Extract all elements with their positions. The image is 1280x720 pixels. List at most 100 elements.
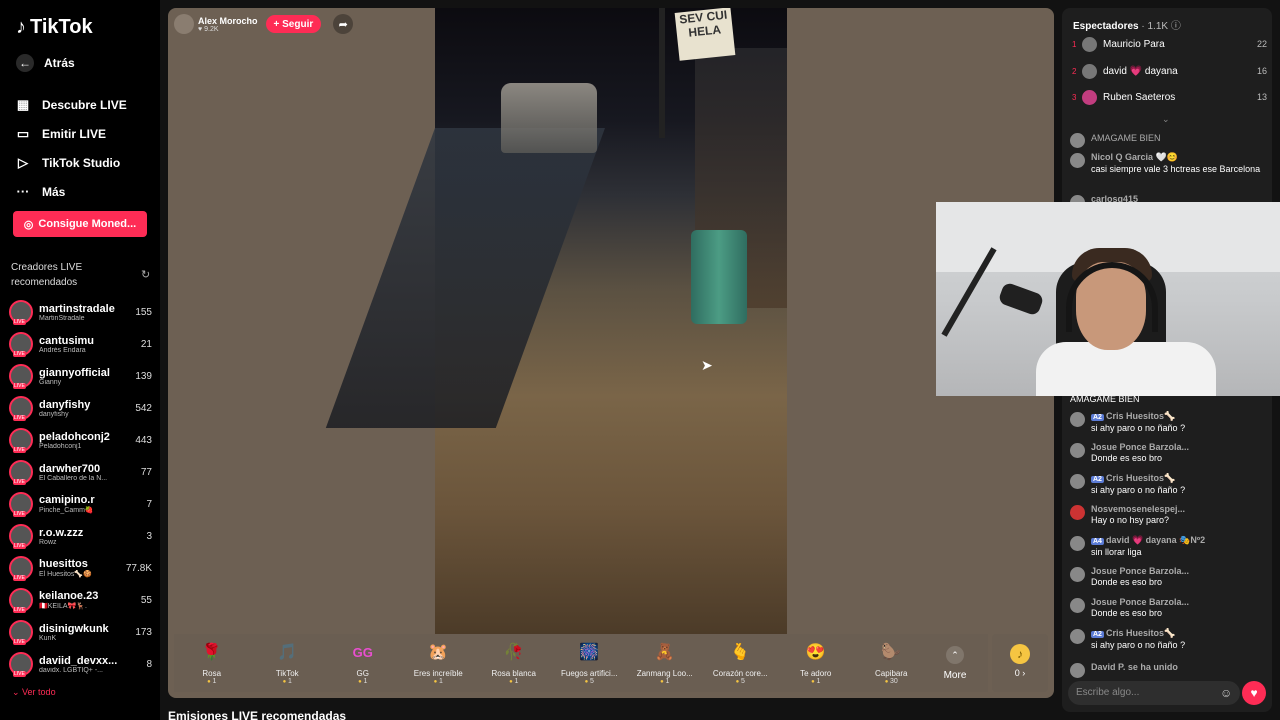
- video-frame[interactable]: SEV CUI HELA: [325, 8, 787, 634]
- coin-icon: ◎: [23, 218, 34, 231]
- chat-message: A4 david 💗 dayana 🎭Nº2 sin llorar liga: [1070, 535, 1266, 558]
- white-rose-icon: 🥀: [503, 644, 524, 661]
- creator-item[interactable]: disinigwkunkKunK 173: [9, 616, 152, 648]
- sidebar-item-discover-live[interactable]: ▦ Descubre LIVE: [16, 90, 127, 119]
- creator-item[interactable]: danyfishydanyfishy 542: [9, 392, 152, 424]
- live-stream-player[interactable]: SEV CUI HELA ➤ Alex Morocho ♥ 9.2K + Seg…: [168, 8, 1054, 698]
- share-icon[interactable]: ➦: [333, 14, 354, 34]
- viewer-score: 22: [1256, 39, 1267, 49]
- creator-item[interactable]: daviid_devxx...davidx. LGBTIQ+ -... 8: [9, 648, 152, 680]
- camera-icon: ▭: [16, 125, 30, 141]
- creator-item[interactable]: keilanoe.23🇵🇪KEILA🎀🦌. 55: [9, 584, 152, 616]
- creator-name: cantusimu: [39, 334, 95, 347]
- creator-item[interactable]: cantusimuAndrés Endara 21: [9, 328, 152, 360]
- message-user[interactable]: Cris Huesitos🦴: [1106, 628, 1175, 638]
- follow-button[interactable]: + Seguir: [265, 15, 322, 33]
- chat-message: AMAGAME BIEN: [1070, 132, 1266, 148]
- microphone-icon: [997, 281, 1045, 317]
- chat-message: A2 Cris Huesitos🦴 si ahy paro o no ñaño ?: [1070, 473, 1266, 496]
- host-name[interactable]: Alex Morocho: [198, 16, 258, 26]
- message-text: casi siempre vale 3 hctreas ese Barcelon…: [1091, 164, 1261, 174]
- creator-name: danyfishy: [39, 398, 91, 411]
- fireworks-icon: 🎆: [579, 644, 600, 661]
- finger-heart-icon: 🫰: [730, 644, 751, 661]
- creator-item[interactable]: giannyofficialGianny 139: [9, 360, 152, 392]
- creator-item[interactable]: peladohconj2Peladohconj1 443: [9, 424, 152, 456]
- back-button[interactable]: ← Atrás: [16, 54, 75, 72]
- gift-price: 1: [476, 678, 552, 685]
- refresh-icon[interactable]: ↻: [141, 268, 150, 281]
- gift-item-eres-increible[interactable]: 🐹 Eres increíble1: [401, 641, 477, 685]
- creator-item[interactable]: darwher700El Caballero de la N... 77: [9, 456, 152, 488]
- gift-item-corazon-coreano[interactable]: 🫰 Corazón core...5: [703, 641, 779, 685]
- viewers-count: · 1.1K: [1141, 21, 1169, 32]
- sidebar-item-studio[interactable]: ▷ TikTok Studio: [16, 148, 127, 177]
- message-user[interactable]: Josue Ponce Barzola...: [1091, 442, 1189, 452]
- tiktok-logo[interactable]: ♪ TikTok: [16, 16, 93, 39]
- avatar: [9, 492, 33, 517]
- creator-subtitle: El Huesitos🦴🍪: [39, 571, 92, 578]
- streamer-shirt: [1036, 342, 1216, 396]
- chat-message: David P. se ha unido: [1070, 662, 1266, 678]
- gift-item-rosa-blanca[interactable]: 🥀 Rosa blanca1: [476, 641, 552, 685]
- message-text: Donde es eso bro: [1091, 608, 1163, 618]
- sidebar-item-more[interactable]: ··· Más: [16, 177, 127, 206]
- message-user[interactable]: david 💗 dayana 🎭Nº2: [1106, 535, 1205, 545]
- top-viewer-row[interactable]: 1 Mauricio Para 22: [1072, 34, 1267, 54]
- host-avatar[interactable]: [174, 14, 194, 34]
- creator-item[interactable]: martinstradaleMartinStradale 155: [9, 296, 152, 328]
- creator-name: giannyofficial: [39, 366, 110, 379]
- gift-item-tiktok[interactable]: 🎵 TikTok1: [250, 641, 326, 685]
- message-user[interactable]: Cris Huesitos🦴: [1106, 411, 1175, 421]
- chat-message: Josue Ponce Barzola... Donde es eso bro: [1070, 597, 1266, 619]
- avatar: [1082, 63, 1097, 79]
- gift-item-zanmang-loopy[interactable]: 🧸 Zanmang Loo...1: [627, 641, 703, 685]
- creator-subtitle: Gianny: [39, 378, 62, 386]
- gift-item-gg[interactable]: GGGG1: [325, 641, 401, 685]
- chat-input[interactable]: Escribe algo...: [1068, 681, 1240, 705]
- like-heart-button[interactable]: ♥: [1242, 681, 1266, 705]
- get-coins-label: Consigue Moned...: [38, 218, 137, 230]
- chevron-down-icon[interactable]: ⌄: [1162, 114, 1170, 125]
- chat-message: Nicol Q Garcia 🤍😊 casi siempre vale 3 hct…: [1070, 152, 1266, 175]
- gift-bar: 🌹Rosa1 🎵TikTok1 GGGG1 🐹Eres increíble1 🥀…: [174, 634, 988, 692]
- emoji-icon[interactable]: ☺: [1220, 686, 1232, 700]
- viewers-header[interactable]: Espectadores · 1.1K ⓘ: [1073, 17, 1181, 32]
- gift-item-te-adoro[interactable]: 😍 Te adoro1: [778, 641, 854, 685]
- top-viewer-row[interactable]: 3 Ruben Saeteros 13: [1072, 87, 1267, 107]
- message-user[interactable]: Josue Ponce Barzola...: [1091, 597, 1189, 607]
- message-user[interactable]: Nosvemosenelespej...: [1091, 504, 1185, 514]
- creator-item[interactable]: r.o.w.zzzRowz 3: [9, 520, 152, 552]
- creator-item[interactable]: camipino.rPinche_Camm🍓 7: [9, 488, 152, 520]
- message-user[interactable]: Josue Ponce Barzola...: [1091, 566, 1189, 576]
- gift-price: 1: [325, 678, 401, 685]
- creator-name: huesittos: [39, 558, 88, 570]
- creator-item[interactable]: huesittosEl Huesitos🦴🍪 77.8K: [9, 552, 152, 584]
- viewer-name: Ruben Saeteros: [1103, 91, 1176, 103]
- viewer-score: 16: [1256, 66, 1267, 76]
- top-viewer-row[interactable]: 2 david 💗 dayana 16: [1072, 61, 1267, 81]
- gift-item-capibara[interactable]: 🦫 Capibara30: [854, 641, 930, 685]
- get-coins-button[interactable]: ◎ Consigue Moned...: [13, 211, 147, 237]
- gift-item-rosa[interactable]: 🌹 Rosa1: [174, 641, 250, 685]
- message-text: Hay o no hsy paro?: [1091, 515, 1170, 525]
- avatar: [1070, 629, 1085, 644]
- chat-message: A2 Cris Huesitos🦴 si ahy paro o no ñaño ?: [1070, 628, 1266, 651]
- level-badge: A4: [1091, 538, 1104, 545]
- tiktok-gift-icon: 🎵: [277, 644, 298, 661]
- sidebar-item-go-live[interactable]: ▭ Emitir LIVE: [16, 119, 127, 148]
- info-icon[interactable]: ⓘ: [1171, 21, 1181, 32]
- creator-name: daviid_devxx...: [39, 654, 118, 667]
- avatar: [1070, 443, 1085, 458]
- message-user[interactable]: Nicol Q Garcia 🤍😊: [1091, 152, 1260, 163]
- video-pole: [659, 8, 665, 138]
- gift-name: Eres increíble: [413, 669, 463, 678]
- coin-balance-button[interactable]: ♪ 0 ›: [992, 634, 1048, 692]
- creator-subtitle: Andrés Endara: [39, 346, 86, 354]
- gift-item-fuegos-artificiales[interactable]: 🎆 Fuegos artifici...5: [552, 641, 628, 685]
- see-all-link[interactable]: ⌄ Ver todo: [12, 687, 56, 698]
- message-user[interactable]: Cris Huesitos🦴: [1106, 473, 1175, 483]
- more-gifts-button[interactable]: ⌃ More: [929, 645, 981, 681]
- recommended-streams-title: Emisiones LIVE recomendadas: [168, 709, 347, 720]
- avatar: [9, 556, 33, 581]
